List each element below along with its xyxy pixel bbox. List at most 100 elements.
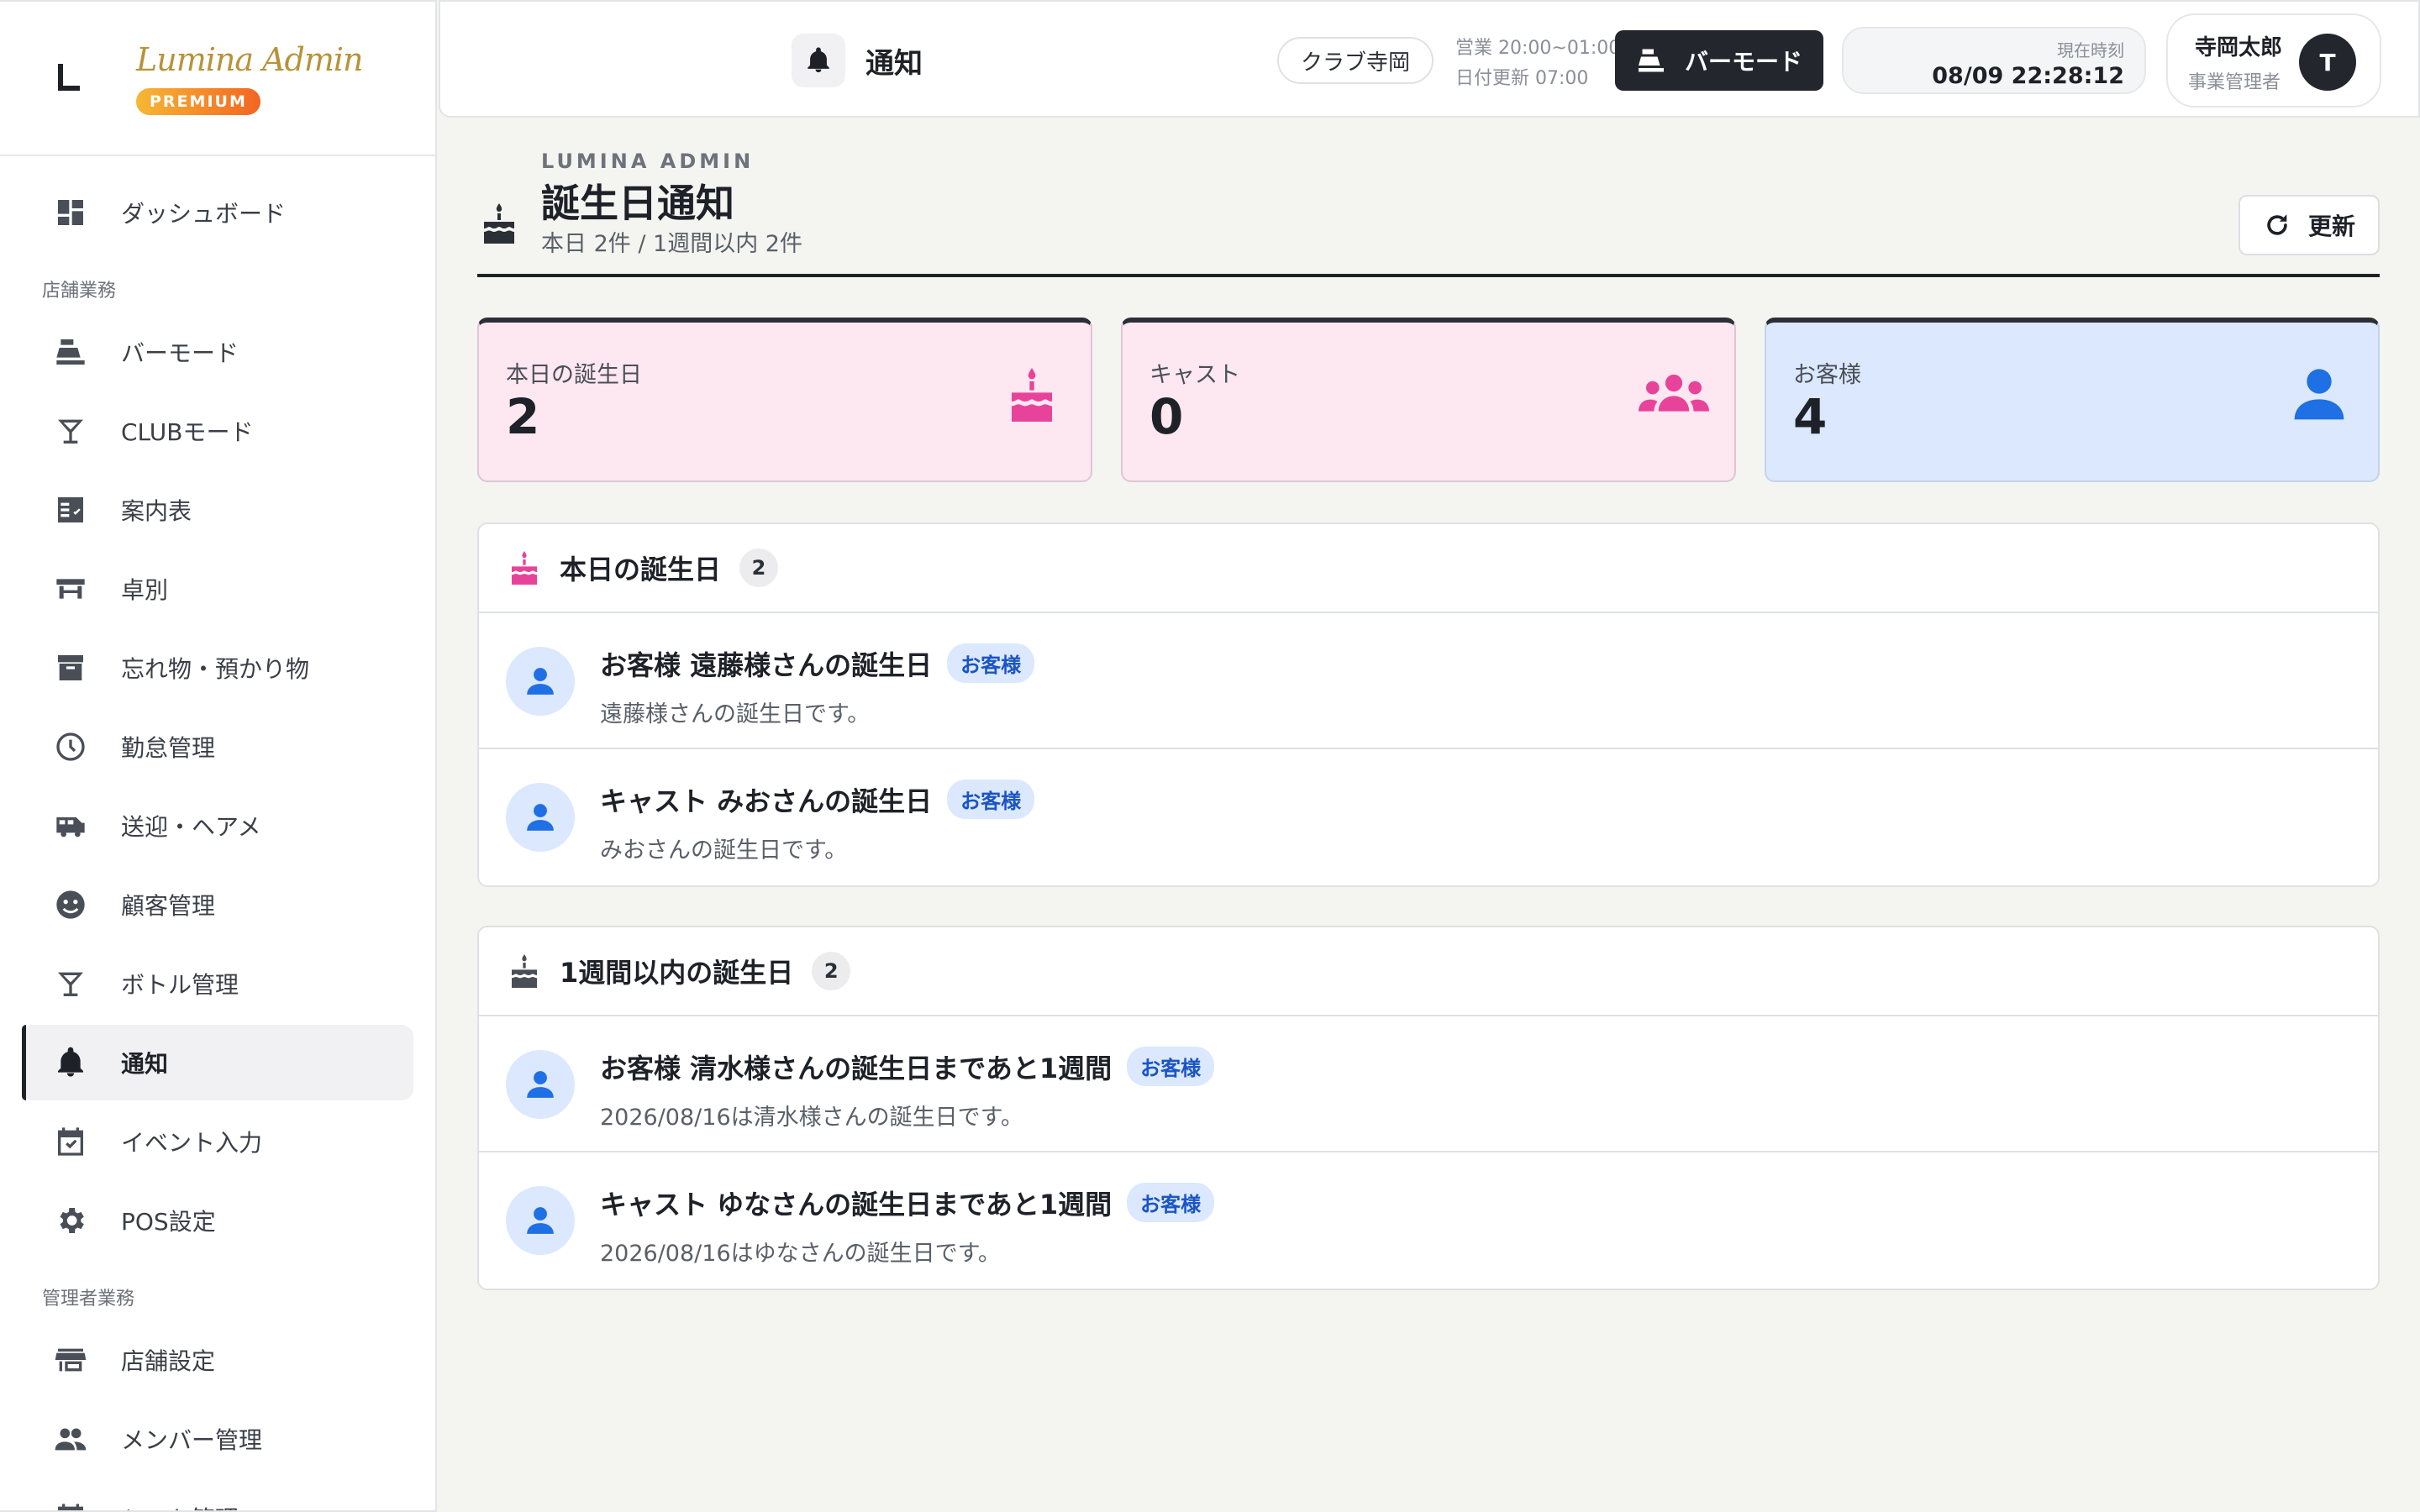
sidebar-item-label: 勤怠管理 — [121, 734, 216, 762]
sidebar-item-label: POS設定 — [121, 1208, 216, 1236]
notification-desc: 遠藤様さんの誕生日です。 — [600, 701, 871, 727]
notification-desc: 2026/08/16は清水様さんの誕生日です。 — [600, 1105, 1023, 1131]
sidebar-item-label: 顧客管理 — [121, 892, 216, 920]
sidebar-section-admin: 管理者業務 — [42, 1289, 135, 1310]
current-time: 現在時刻 08/09 22:28:12 — [1842, 27, 2146, 94]
sidebar-item-bottles[interactable]: ボトル管理 — [22, 946, 413, 1021]
sidebar-section-store: 店舗業務 — [42, 281, 117, 302]
week-birthdays-panel: 1週間以内の誕生日 2 お客様 清水様さんの誕生日まであと1週間 お客様 202… — [477, 926, 2380, 1290]
stat-card-customer: お客様 4 — [1765, 318, 2380, 482]
sidebar-item-shifts[interactable]: シフト管理 — [22, 1480, 413, 1510]
main-content: LUMINA ADMIN 誕生日通知 本日 2件 / 1週間以内 2件 更新 本… — [477, 118, 2380, 1290]
sidebar-item-customers[interactable]: 顧客管理 — [22, 867, 413, 942]
panel-title: 本日の誕生日 — [560, 554, 722, 585]
group-icon — [1639, 374, 1709, 412]
notification-title-text: キャスト みおさんの誕生日 — [600, 785, 933, 817]
sidebar-item-label: ダッシュボード — [121, 200, 287, 228]
person-icon — [527, 668, 554, 695]
header-bell[interactable] — [792, 34, 845, 87]
sidebar-nav: ダッシュボード 店舗業務 バーモード CLUBモード 案内表 卓別 忘れ物・預か… — [0, 156, 435, 1510]
user-name: 寺岡太郎 — [2195, 35, 2283, 60]
person-icon — [2294, 369, 2344, 420]
sidebar-item-label: ボトル管理 — [121, 971, 239, 999]
stat-label: 本日の誕生日 — [506, 362, 642, 388]
sidebar-item-shuttle[interactable]: 送迎・ヘアメ — [22, 788, 413, 864]
sidebar-item-members[interactable]: メンバー管理 — [22, 1401, 413, 1477]
notification-desc: 2026/08/16はゆなさんの誕生日です。 — [600, 1241, 1001, 1267]
bar-mode-label: バーモード — [1684, 48, 1802, 76]
sidebar-item-label: 送迎・ヘアメ — [121, 813, 261, 841]
refresh-icon — [2267, 214, 2287, 235]
gear-icon — [60, 1208, 84, 1233]
stat-card-today: 本日の誕生日 2 — [477, 318, 1092, 482]
face-icon — [56, 890, 85, 919]
sidebar-item-bar-mode[interactable]: バーモード — [22, 314, 413, 390]
notification-desc: みおさんの誕生日です。 — [600, 837, 848, 864]
sidebar-item-club-mode[interactable]: CLUBモード — [22, 393, 413, 469]
type-tag: お客様 — [1127, 1047, 1215, 1086]
sidebar-item-pos-settings[interactable]: POS設定 — [22, 1183, 413, 1258]
type-tag: お客様 — [947, 643, 1035, 683]
list-item[interactable]: キャスト みおさんの誕生日 お客様 みおさんの誕生日です。 — [479, 749, 2378, 885]
cake-icon — [484, 203, 514, 244]
bar-mode-button[interactable]: バーモード — [1615, 30, 1823, 91]
avatar — [506, 783, 575, 852]
calendar-icon — [58, 1504, 83, 1510]
store-icon — [55, 1348, 87, 1372]
register-icon — [56, 339, 85, 365]
user-role: 事業管理者 — [2188, 72, 2281, 93]
sidebar-item-table[interactable]: 卓別 — [22, 551, 413, 627]
sidebar-item-label: CLUBモード — [121, 418, 254, 446]
sidebar-item-label: イベント入力 — [121, 1129, 263, 1157]
sidebar-item-guide[interactable]: 案内表 — [22, 472, 413, 548]
cocktail-icon — [58, 419, 83, 444]
today-birthdays-panel: 本日の誕生日 2 お客様 遠藤様さんの誕生日 お客様 遠藤様さんの誕生日です。 … — [477, 522, 2380, 887]
table-icon — [56, 579, 85, 599]
cocktail-icon — [58, 972, 83, 996]
sidebar-item-dashboard[interactable]: ダッシュボード — [22, 175, 413, 250]
avatar — [506, 1186, 575, 1255]
calendar-check-icon — [58, 1127, 83, 1156]
archive-icon — [58, 655, 83, 680]
person-icon — [527, 1071, 554, 1098]
sidebar-item-lost-found[interactable]: 忘れ物・預かり物 — [22, 630, 413, 706]
list-item[interactable]: お客様 遠藤様さんの誕生日 お客様 遠藤様さんの誕生日です。 — [479, 613, 2378, 749]
list-item[interactable]: お客様 清水様さんの誕生日まであと1週間 お客様 2026/08/16は清水様さ… — [479, 1016, 2378, 1152]
avatar — [506, 1050, 575, 1119]
sidebar-item-store-settings[interactable]: 店舗設定 — [22, 1322, 413, 1398]
panel-header: 1週間以内の誕生日 2 — [479, 927, 2378, 1016]
sidebar-item-events[interactable]: イベント入力 — [22, 1104, 413, 1179]
dashboard-icon — [58, 200, 83, 225]
stat-label: お客様 — [1793, 362, 1861, 388]
notification-title: お客様 遠藤様さんの誕生日 お客様 — [600, 643, 1035, 683]
page-header: LUMINA ADMIN 誕生日通知 本日 2件 / 1週間以内 2件 更新 — [477, 118, 2380, 277]
person-icon — [527, 804, 554, 831]
notification-title: お客様 清水様さんの誕生日まであと1週間 お客様 — [600, 1047, 1215, 1086]
sidebar-item-notifications[interactable]: 通知 — [22, 1025, 413, 1100]
avatar: T — [2299, 34, 2356, 91]
refresh-button[interactable]: 更新 — [2238, 195, 2380, 255]
panel-title: 1週間以内の誕生日 — [560, 957, 794, 989]
sidebar-item-attendance[interactable]: 勤怠管理 — [22, 709, 413, 785]
clock-time: 08/09 22:28:12 — [1932, 63, 2124, 89]
top-header: 通知 クラブ寺岡 営業 20:00~01:00 日付更新 07:00 バーモード… — [439, 0, 2420, 118]
club-selector[interactable]: クラブ寺岡 — [1277, 37, 1434, 84]
list-item[interactable]: キャスト ゆなさんの誕生日まであと1週間 お客様 2026/08/16はゆなさん… — [479, 1152, 2378, 1289]
type-tag: お客様 — [1127, 1183, 1215, 1222]
cake-icon — [1012, 368, 1052, 422]
notification-title-text: お客様 清水様さんの誕生日まであと1週間 — [600, 1052, 1113, 1084]
brand[interactable]: Lumina Admin PREMIUM — [0, 2, 435, 156]
type-tag: お客様 — [947, 780, 1035, 819]
hours-line: 営業 20:00~01:00 — [1455, 38, 1621, 59]
people-icon — [55, 1428, 87, 1451]
sidebar-item-label: 店舗設定 — [121, 1347, 216, 1375]
person-icon — [527, 1207, 554, 1234]
user-menu[interactable]: 寺岡太郎 事業管理者 T — [2166, 13, 2381, 108]
sidebar-item-label: メンバー管理 — [121, 1426, 263, 1454]
refresh-label: 更新 — [2307, 213, 2355, 240]
register-icon — [1638, 49, 1664, 72]
stat-cards: 本日の誕生日 2 キャスト 0 お客様 4 — [477, 318, 2380, 482]
stat-value: 0 — [1150, 388, 1184, 445]
sidebar-item-label: 卓別 — [121, 576, 169, 604]
page-title: 誕生日通知 — [541, 181, 734, 226]
